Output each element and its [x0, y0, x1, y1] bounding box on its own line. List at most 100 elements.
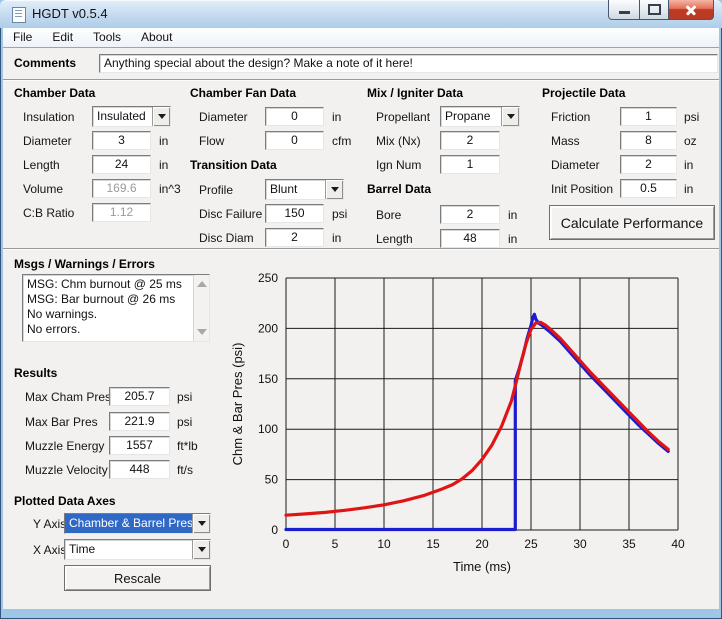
- x-tick-label: 40: [671, 537, 685, 551]
- ign-num-input[interactable]: 1: [440, 155, 500, 174]
- chevron-down-icon[interactable]: [152, 107, 170, 126]
- y-axis-select[interactable]: Chamber & Barrel Pressure: [64, 513, 211, 534]
- disc-diam-input[interactable]: 2: [265, 228, 324, 247]
- y-tick-label: 50: [265, 473, 279, 487]
- chart-canvas: 0501001502002500510152025303540Chm & Bar…: [228, 254, 722, 594]
- chamber-diameter-unit: in: [159, 134, 168, 148]
- app-icon: [12, 7, 26, 23]
- chevron-down-icon[interactable]: [192, 540, 210, 559]
- messages-title: Msgs / Warnings / Errors: [14, 257, 155, 271]
- init-position-unit: in: [684, 182, 693, 196]
- comments-input[interactable]: Anything special about the design? Make …: [99, 54, 718, 73]
- max-cham-pres-unit: psi: [177, 390, 192, 404]
- profile-select[interactable]: Blunt: [265, 179, 344, 200]
- y-axis-title: Chm & Bar Pres (psi): [230, 343, 245, 466]
- y-tick-label: 0: [271, 523, 278, 537]
- friction-input[interactable]: 1: [620, 107, 677, 126]
- propellant-select[interactable]: Propane: [440, 106, 520, 127]
- y-tick-label: 250: [258, 271, 278, 285]
- barrel-data-title: Barrel Data: [367, 182, 431, 196]
- disc-diam-label: Disc Diam: [199, 231, 254, 245]
- y-axis-label: Y Axis: [33, 517, 66, 531]
- chamber-diameter-label: Diameter: [23, 134, 72, 148]
- mass-unit: oz: [684, 134, 697, 148]
- bore-unit: in: [508, 208, 517, 222]
- y-tick-label: 150: [258, 372, 278, 386]
- message-line: No errors.: [27, 322, 193, 337]
- window-title: HGDT v0.5.4: [32, 6, 108, 21]
- fan-flow-input[interactable]: 0: [265, 131, 324, 150]
- fan-data-title: Chamber Fan Data: [190, 86, 296, 100]
- close-icon: [684, 4, 698, 16]
- chamber-volume-field: 169.6: [92, 179, 151, 198]
- scroll-up-icon[interactable]: [197, 281, 207, 287]
- message-line: MSG: Bar burnout @ 26 ms: [27, 292, 193, 307]
- muzzle-velocity-field: 448: [109, 460, 170, 479]
- projectile-diameter-input[interactable]: 2: [620, 155, 677, 174]
- fan-diameter-input[interactable]: 0: [265, 107, 324, 126]
- x-tick-label: 25: [524, 537, 538, 551]
- minimize-icon: [619, 11, 630, 14]
- calculate-performance-button[interactable]: Calculate Performance: [549, 205, 715, 240]
- minimize-button[interactable]: [608, 0, 640, 20]
- projectile-diameter-unit: in: [684, 158, 693, 172]
- maximize-icon: [648, 4, 661, 15]
- messages-scrollbar[interactable]: [193, 275, 209, 341]
- messages-listbox[interactable]: MSG: Chm burnout @ 25 ms MSG: Bar burnou…: [22, 274, 210, 342]
- chevron-down-icon[interactable]: [501, 107, 519, 126]
- menu-file[interactable]: File: [3, 28, 42, 47]
- chamber-length-label: Length: [23, 158, 60, 172]
- results-title: Results: [14, 366, 57, 380]
- chevron-down-icon[interactable]: [325, 180, 343, 199]
- chamber-length-unit: in: [159, 158, 168, 172]
- scroll-down-icon[interactable]: [197, 329, 207, 335]
- projectile-diameter-label: Diameter: [551, 158, 600, 172]
- series-chamber-pressure: [286, 322, 668, 515]
- init-position-input[interactable]: 0.5: [620, 179, 677, 198]
- fan-flow-label: Flow: [199, 134, 224, 148]
- chamber-volume-unit: in^3: [159, 182, 181, 196]
- title-bar[interactable]: HGDT v0.5.4: [0, 0, 722, 28]
- muzzle-velocity-unit: ft/s: [177, 463, 193, 477]
- mix-nx-input[interactable]: 2: [440, 131, 500, 150]
- comments-label: Comments: [14, 56, 76, 70]
- rescale-button[interactable]: Rescale: [64, 565, 211, 591]
- mass-input[interactable]: 8: [620, 131, 677, 150]
- menu-tools[interactable]: Tools: [83, 28, 131, 47]
- message-line: MSG: Chm burnout @ 25 ms: [27, 277, 193, 292]
- disc-failure-input[interactable]: 150: [265, 204, 324, 223]
- menu-about[interactable]: About: [131, 28, 182, 47]
- x-axis-select[interactable]: Time: [64, 539, 211, 560]
- fan-diameter-unit: in: [332, 110, 341, 124]
- ign-num-label: Ign Num: [376, 158, 421, 172]
- transition-data-title: Transition Data: [190, 158, 277, 172]
- bore-input[interactable]: 2: [440, 205, 500, 224]
- message-line: No warnings.: [27, 307, 193, 322]
- maximize-button[interactable]: [639, 0, 669, 20]
- insulation-label: Insulation: [23, 110, 74, 124]
- chamber-length-input[interactable]: 24: [92, 155, 151, 174]
- barrel-length-input[interactable]: 48: [440, 229, 500, 248]
- chamber-volume-label: Volume: [23, 182, 63, 196]
- friction-label: Friction: [551, 110, 590, 124]
- plotted-axes-title: Plotted Data Axes: [14, 494, 116, 508]
- divider-middle: [3, 248, 719, 250]
- x-tick-label: 10: [377, 537, 391, 551]
- fan-diameter-label: Diameter: [199, 110, 248, 124]
- disc-failure-unit: psi: [332, 207, 347, 221]
- chamber-diameter-input[interactable]: 3: [92, 131, 151, 150]
- bore-label: Bore: [376, 208, 401, 222]
- x-tick-label: 0: [283, 537, 290, 551]
- fan-flow-unit: cfm: [332, 134, 351, 148]
- x-axis-label: X Axis: [33, 543, 66, 557]
- insulation-select[interactable]: Insulated: [92, 106, 171, 127]
- init-position-label: Init Position: [551, 182, 613, 196]
- divider-top: [3, 79, 719, 81]
- menu-bar: File Edit Tools About: [3, 28, 719, 48]
- close-button[interactable]: [668, 0, 714, 20]
- propellant-label: Propellant: [376, 110, 430, 124]
- chevron-down-icon[interactable]: [192, 514, 210, 533]
- caption-buttons: [608, 0, 714, 20]
- menu-edit[interactable]: Edit: [42, 28, 83, 47]
- pressure-chart: 0501001502002500510152025303540Chm & Bar…: [228, 254, 722, 594]
